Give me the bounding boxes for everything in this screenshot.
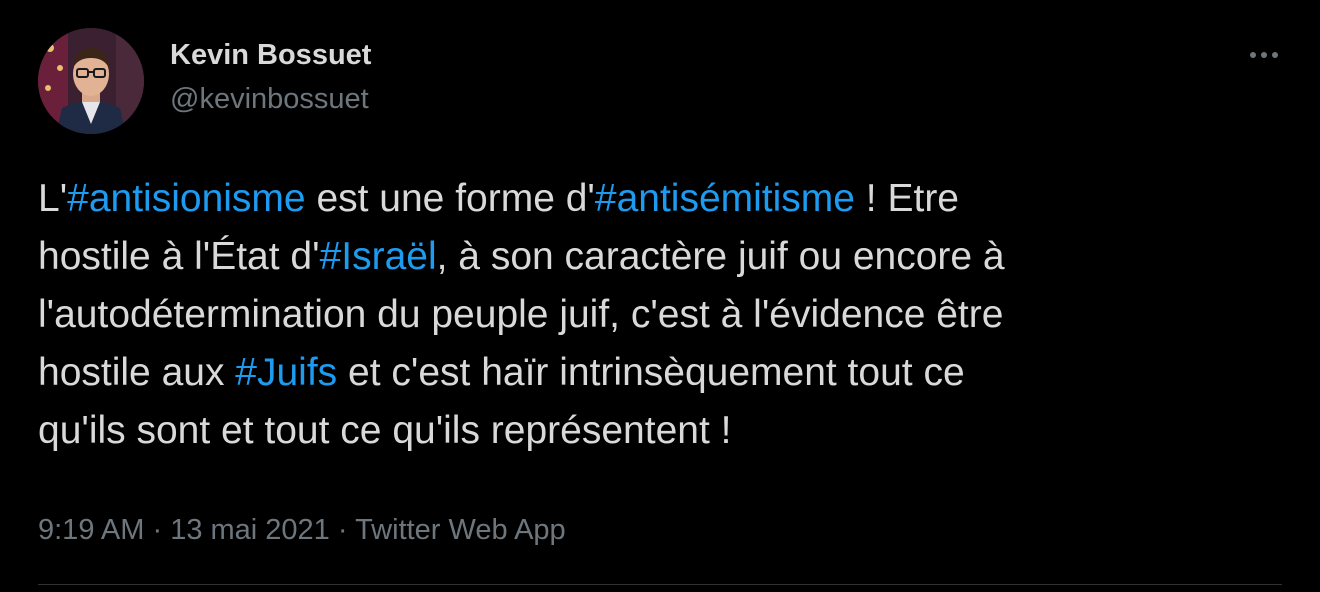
meta-separator: · bbox=[329, 514, 356, 546]
tweet-text-segment: l'autodétermination du peuple juif, c'es… bbox=[38, 293, 1004, 336]
tweet-text: L'#antisionisme est une forme d'#antisém… bbox=[38, 170, 1298, 460]
hashtag-link[interactable]: #antisémitisme bbox=[595, 177, 855, 220]
tweet-text-line: qu'ils sont et tout ce qu'ils représente… bbox=[38, 402, 1298, 460]
tweet-text-segment: L' bbox=[38, 177, 68, 220]
tweet-text-segment: , à son caractère juif ou encore à bbox=[436, 235, 1005, 278]
tweet-date[interactable]: 13 mai 2021 bbox=[170, 514, 330, 546]
more-button[interactable] bbox=[1244, 40, 1284, 70]
hashtag-link[interactable]: #antisionisme bbox=[67, 177, 305, 220]
divider bbox=[38, 584, 1282, 585]
tweet-text-segment: ! Etre bbox=[854, 177, 960, 220]
tweet-text-segment: est une forme d' bbox=[305, 177, 595, 220]
author-info: Kevin Bossuet @kevinbossuet bbox=[170, 38, 371, 116]
tweet-text-line: hostile à l'État d'#Israël, à son caract… bbox=[38, 228, 1298, 286]
tweet-card: Kevin Bossuet @kevinbossuet L'#antisioni… bbox=[0, 0, 1320, 592]
meta-separator: · bbox=[144, 514, 171, 546]
tweet-text-line: l'autodétermination du peuple juif, c'es… bbox=[38, 286, 1298, 344]
tweet-text-segment: qu'ils sont et tout ce qu'ils représente… bbox=[38, 409, 732, 452]
tweet-meta: 9:19 AM · 13 mai 2021 · Twitter Web App bbox=[38, 512, 566, 548]
tweet-text-segment: hostile à l'État d' bbox=[38, 235, 320, 278]
more-horizontal-icon bbox=[1250, 52, 1278, 58]
avatar[interactable] bbox=[38, 28, 144, 134]
hashtag-link[interactable]: #Juifs bbox=[235, 351, 337, 394]
tweet-text-segment: hostile aux bbox=[38, 351, 236, 394]
profile-photo-icon bbox=[38, 28, 144, 134]
tweet-time[interactable]: 9:19 AM bbox=[38, 514, 144, 546]
tweet-text-line: L'#antisionisme est une forme d'#antisém… bbox=[38, 170, 1298, 228]
tweet-text-segment: et c'est haïr intrinsèquement tout ce bbox=[337, 351, 965, 394]
tweet-text-line: hostile aux #Juifs et c'est haïr intrins… bbox=[38, 344, 1298, 402]
handle[interactable]: @kevinbossuet bbox=[170, 82, 371, 116]
hashtag-link[interactable]: #Israël bbox=[320, 235, 437, 278]
display-name[interactable]: Kevin Bossuet bbox=[170, 38, 371, 72]
tweet-source[interactable]: Twitter Web App bbox=[355, 514, 566, 546]
